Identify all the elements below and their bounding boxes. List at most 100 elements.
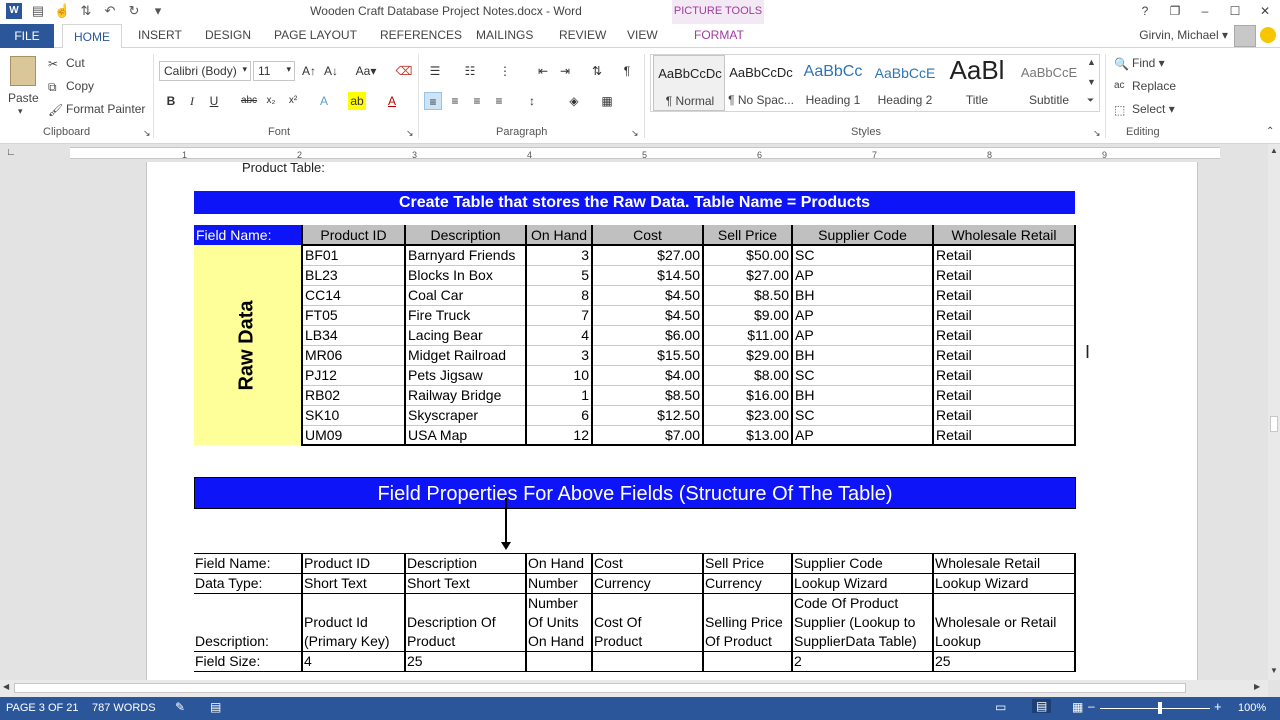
table-cell: $9.00 — [702, 305, 793, 326]
proofing-icon[interactable]: ✎ — [175, 700, 185, 714]
zoom-level[interactable]: 100% — [1238, 702, 1266, 714]
subscript-icon[interactable]: x₂ — [262, 92, 280, 110]
numbering-icon[interactable]: ☷ — [461, 62, 479, 80]
style-no-spacing[interactable]: AaBbCcDc ¶ No Spac... — [725, 55, 797, 111]
style-normal[interactable]: AaBbCcDc ¶ Normal — [653, 55, 725, 111]
paste-button[interactable]: Paste — [8, 91, 39, 105]
horizontal-scroll-thumb[interactable] — [14, 683, 1186, 693]
zoom-out-icon[interactable]: – — [1088, 699, 1095, 713]
show-formatting-icon[interactable]: ¶ — [618, 62, 636, 80]
column-header: Wholesale Retail — [932, 225, 1076, 246]
tab-view[interactable]: VIEW — [627, 28, 658, 42]
underline-icon[interactable]: U — [205, 92, 223, 110]
feedback-smiley-icon[interactable] — [1260, 27, 1276, 43]
tab-design[interactable]: DESIGN — [205, 28, 251, 42]
styles-scroll-down-icon[interactable]: ▼ — [1087, 77, 1096, 87]
cut-button[interactable]: ✂ Cut — [48, 56, 85, 71]
format-painter-button[interactable]: 🖌 Format Painter — [48, 102, 145, 117]
tab-home[interactable]: HOME — [62, 24, 122, 49]
close-icon[interactable]: ✕ — [1250, 0, 1280, 22]
avatar[interactable] — [1234, 25, 1256, 47]
justify-icon[interactable]: ≡ — [490, 92, 508, 110]
table-cell: Retail — [932, 345, 1076, 366]
sort-icon[interactable]: ⇅ — [588, 62, 606, 80]
paste-icon[interactable] — [10, 56, 36, 86]
word-count[interactable]: 787 WORDS — [92, 702, 156, 714]
line-spacing-icon[interactable]: ↕ — [523, 92, 541, 110]
minimize-icon[interactable]: – — [1190, 0, 1220, 22]
styles-launcher-icon[interactable]: ↘ — [1093, 128, 1101, 139]
tab-format[interactable]: FORMAT — [694, 28, 744, 42]
style-title[interactable]: AaBl Title — [941, 55, 1013, 111]
zoom-slider[interactable] — [1100, 708, 1210, 709]
table-cell: BL23 — [301, 265, 406, 286]
ribbon-display-icon[interactable]: ❐ — [1160, 0, 1190, 22]
replace-button[interactable]: ac Replace — [1114, 79, 1176, 94]
font-launcher-icon[interactable]: ↘ — [406, 128, 414, 139]
font-size-select[interactable]: 11 ▾ — [253, 61, 295, 81]
style-heading-2[interactable]: AaBbCcE Heading 2 — [869, 55, 941, 111]
maximize-icon[interactable]: ☐ — [1220, 0, 1250, 22]
shrink-font-icon[interactable]: A↓ — [322, 62, 340, 80]
decrease-indent-icon[interactable]: ⇤ — [534, 62, 552, 80]
font-name-select[interactable]: Calibri (Body) ▾ — [159, 61, 251, 81]
shading-icon[interactable]: ◈ — [565, 92, 583, 110]
italic-icon[interactable]: I — [183, 92, 201, 110]
grow-font-icon[interactable]: A↑ — [300, 62, 318, 80]
text-effects-icon[interactable]: A — [315, 92, 333, 110]
tab-insert[interactable]: INSERT — [138, 28, 182, 42]
tab-review[interactable]: REVIEW — [559, 28, 606, 42]
clear-formatting-icon[interactable]: ⌫ — [395, 62, 413, 80]
borders-icon[interactable]: ▦ — [598, 92, 616, 110]
user-name[interactable]: Girvin, Michael ▾ — [1139, 28, 1228, 42]
scroll-down-icon[interactable]: ▼ — [1270, 666, 1278, 675]
tab-page-layout[interactable]: PAGE LAYOUT — [274, 28, 357, 42]
tab-references[interactable]: REFERENCES — [380, 28, 462, 42]
read-mode-icon[interactable]: ▭ — [995, 700, 1006, 714]
collapse-ribbon-icon[interactable]: ⌃ — [1266, 126, 1274, 137]
superscript-icon[interactable]: x² — [284, 92, 302, 110]
paragraph-launcher-icon[interactable]: ↘ — [631, 128, 639, 139]
web-layout-icon[interactable]: ▦ — [1072, 700, 1083, 714]
help-icon[interactable]: ? — [1130, 0, 1160, 22]
copy-button[interactable]: ⧉ Copy — [48, 79, 94, 94]
arrow-line[interactable] — [505, 498, 507, 545]
page-count[interactable]: PAGE 3 OF 21 — [6, 702, 79, 714]
ruler-bar[interactable]: 1 2 3 4 5 6 7 8 9 — [70, 147, 1220, 160]
vertical-scrollbar[interactable]: ▲ ▼ — [1268, 144, 1280, 680]
macro-icon[interactable]: ▤ — [210, 700, 221, 714]
horizontal-scrollbar[interactable]: ◀ ▶ — [0, 680, 1268, 697]
tab-mailings[interactable]: MAILINGS — [476, 28, 533, 42]
vertical-scroll-thumb[interactable] — [1270, 416, 1278, 432]
zoom-in-icon[interactable]: + — [1214, 699, 1222, 714]
style-subtitle[interactable]: AaBbCcE Subtitle — [1013, 55, 1085, 111]
change-case-icon[interactable]: Aa▾ — [353, 62, 379, 80]
increase-indent-icon[interactable]: ⇥ — [556, 62, 574, 80]
tab-selector-icon[interactable]: ∟ — [6, 147, 16, 158]
style-heading-1[interactable]: AaBbCc Heading 1 — [797, 55, 869, 111]
clipboard-launcher-icon[interactable]: ↘ — [143, 128, 151, 139]
scroll-left-icon[interactable]: ◀ — [3, 682, 9, 691]
font-color-icon[interactable]: A — [383, 92, 401, 110]
bold-icon[interactable]: B — [162, 92, 180, 110]
styles-scroll-up-icon[interactable]: ▲ — [1087, 57, 1096, 67]
select-button[interactable]: ⬚ Select ▾ — [1114, 102, 1175, 117]
arrow-down-icon[interactable] — [501, 542, 511, 550]
align-right-icon[interactable]: ≡ — [468, 92, 486, 110]
tab-file[interactable]: FILE — [0, 24, 54, 48]
document-page[interactable]: Product Table: Create Table that stores … — [146, 162, 1198, 680]
find-button[interactable]: 🔍 Find ▾ — [1114, 56, 1165, 71]
strikethrough-icon[interactable]: abc — [240, 92, 258, 110]
multilevel-list-icon[interactable]: ⋮ — [496, 62, 514, 80]
styles-more-icon[interactable]: ⏷ — [1087, 95, 1094, 106]
scroll-right-icon[interactable]: ▶ — [1254, 682, 1260, 691]
print-layout-icon[interactable]: ▤ — [1032, 699, 1052, 713]
scroll-up-icon[interactable]: ▲ — [1270, 146, 1278, 155]
bullets-icon[interactable]: ☰ — [426, 62, 444, 80]
align-left-icon[interactable]: ≡ — [424, 92, 442, 110]
table-cell: Lacing Bear — [404, 325, 527, 346]
zoom-slider-knob[interactable] — [1158, 702, 1162, 714]
paste-dropdown-icon[interactable]: ▾ — [18, 106, 23, 117]
highlight-icon[interactable]: ab — [348, 92, 366, 110]
align-center-icon[interactable]: ≡ — [446, 92, 464, 110]
